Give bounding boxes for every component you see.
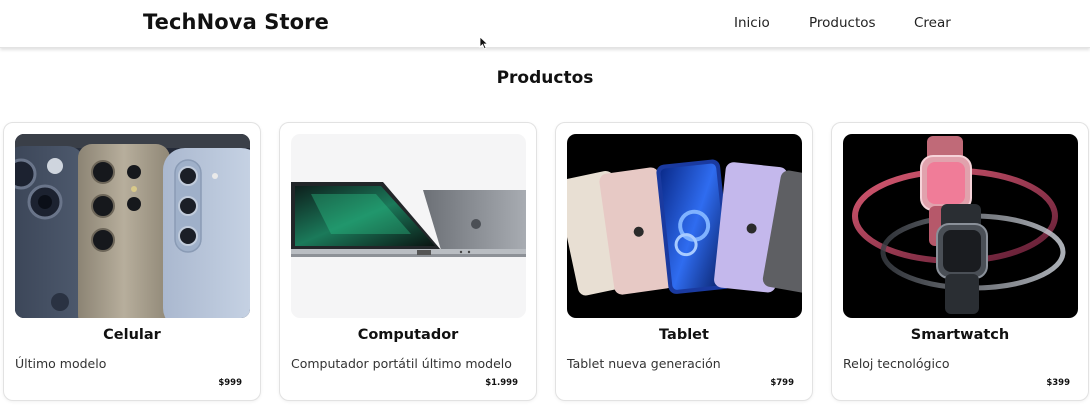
navbar: TechNova Store Inicio Productos Crear <box>0 0 1090 48</box>
product-card-smartwatch[interactable]: Smartwatch Reloj tecnológico $399 <box>831 122 1089 401</box>
product-price: $1.999 <box>485 378 518 388</box>
product-name: Smartwatch <box>910 327 1010 343</box>
nav-link-inicio[interactable]: Inicio <box>734 15 770 31</box>
product-price: $399 <box>1046 378 1070 388</box>
product-name: Celular <box>103 327 161 343</box>
nav-links: Inicio Productos Crear <box>0 15 1090 35</box>
page-title: Productos <box>496 68 594 88</box>
tablet-image <box>567 134 802 318</box>
product-card-tablet[interactable]: Tablet Tablet nueva generación $799 <box>555 122 813 401</box>
product-description: Tablet nueva generación <box>567 356 721 371</box>
product-description: Reloj tecnológico <box>843 356 950 371</box>
laptop-image <box>291 134 526 318</box>
mouse-cursor-icon <box>479 36 489 50</box>
product-card-celular[interactable]: Celular Último modelo $999 <box>3 122 261 401</box>
product-name: Computador <box>357 327 459 343</box>
product-price: $999 <box>218 378 242 388</box>
product-price: $799 <box>770 378 794 388</box>
smartwatch-image <box>843 134 1078 318</box>
product-description: Último modelo <box>15 356 107 371</box>
phone-image <box>15 134 250 318</box>
product-card-computador[interactable]: Computador Computador portátil último mo… <box>279 122 537 401</box>
nav-link-crear[interactable]: Crear <box>914 15 951 31</box>
product-name: Tablet <box>659 327 709 343</box>
nav-link-productos[interactable]: Productos <box>809 15 876 31</box>
product-description: Computador portátil último modelo <box>291 356 512 371</box>
